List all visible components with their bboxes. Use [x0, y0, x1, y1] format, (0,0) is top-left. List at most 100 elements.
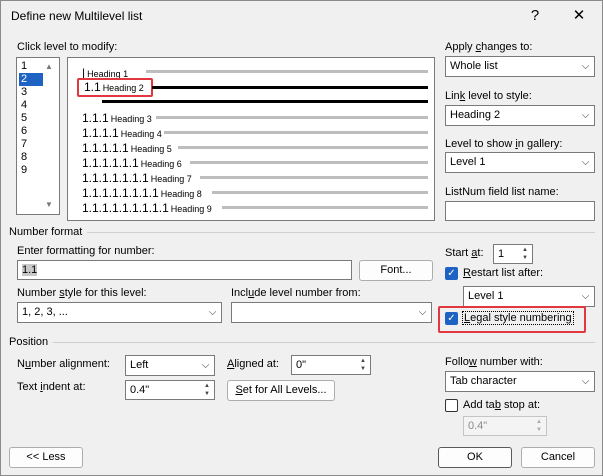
preview-heading: Heading 4 — [120, 129, 162, 139]
preview-heading: Heading 8 — [160, 189, 202, 199]
preview-heading: Heading 2 — [102, 83, 144, 93]
preview-row-2: 1.1 Heading 2 — [84, 80, 144, 94]
listnum-field[interactable] — [445, 201, 595, 221]
text-indent-spinner[interactable]: 0.4" ▲ ▼ — [125, 380, 215, 400]
preview-heading: Heading 6 — [140, 159, 182, 169]
aligned-at-value: 0" — [296, 359, 307, 371]
position-section-title: Position — [9, 336, 49, 348]
preview-heading: Heading 7 — [150, 174, 192, 184]
set-for-all-levels-label: Set for All Levels... — [235, 384, 327, 396]
level-listbox[interactable]: 1 2 3 4 5 6 7 8 9 ▲ ▼ — [16, 57, 60, 215]
preview-number: 1.1.1.1 — [82, 126, 119, 140]
less-button-label: << Less — [26, 451, 66, 463]
preview-line — [156, 116, 428, 119]
preview-row-8: 1.1.1.1.1.1.1.1 Heading 8 — [82, 186, 202, 200]
section-divider — [87, 232, 595, 233]
link-level-value: Heading 2 — [450, 109, 501, 121]
chevron-down-icon: ⌵ — [581, 291, 590, 302]
preview-row-7: 1.1.1.1.1.1.1 Heading 7 — [82, 171, 192, 185]
restart-after-dropdown[interactable]: Level 1 ⌵ — [463, 286, 595, 307]
scroll-up-icon[interactable]: ▲ — [45, 62, 53, 71]
preview-row-6: 1.1.1.1.1.1 Heading 6 — [82, 156, 182, 170]
number-alignment-dropdown[interactable]: Left ⌵ — [125, 355, 215, 376]
spin-down-icon[interactable]: ▼ — [357, 365, 369, 373]
level-item[interactable]: 9 — [19, 164, 43, 177]
preview-heading: Heading 5 — [130, 144, 172, 154]
legal-style-checkbox[interactable]: ✓ — [445, 312, 458, 325]
restart-list-checkbox[interactable]: ✓ — [445, 267, 458, 280]
preview-number: 1.1.1.1.1.1.1.1 — [82, 186, 159, 200]
chevron-down-icon: ⌵ — [418, 307, 427, 318]
level-preview: | Heading 1 1.1 Heading 2 1.1.1 Heading 3 1… — [67, 57, 435, 221]
help-icon[interactable]: ? — [515, 3, 555, 29]
spin-up-icon[interactable]: ▲ — [357, 357, 369, 365]
section-divider — [53, 342, 595, 343]
preview-line — [212, 191, 428, 194]
link-level-label: Link level to style: — [445, 90, 532, 102]
preview-row-5: 1.1.1.1.1 Heading 5 — [82, 141, 172, 155]
title-bar: Define new Multilevel list ? ✕ — [1, 1, 602, 31]
spin-down-icon[interactable]: ▼ — [533, 426, 545, 434]
preview-row-9: 1.1.1.1.1.1.1.1.1 Heading 9 — [82, 201, 212, 215]
number-alignment-label: Number alignment: — [17, 358, 110, 370]
less-button[interactable]: << Less — [9, 447, 83, 468]
preview-heading: Heading 3 — [110, 114, 152, 124]
preview-line-selected — [152, 86, 428, 89]
start-at-spinner[interactable]: 1 ▲ ▼ — [493, 244, 533, 264]
preview-number: 1.1.1.1.1.1 — [82, 156, 139, 170]
level-item[interactable]: 4 — [19, 99, 43, 112]
level-item[interactable]: 7 — [19, 138, 43, 151]
legal-style-label: Legal style numbering — [462, 311, 574, 325]
level-item[interactable]: 5 — [19, 112, 43, 125]
restart-after-value: Level 1 — [468, 290, 504, 302]
cancel-button[interactable]: Cancel — [521, 447, 595, 468]
spin-up-icon[interactable]: ▲ — [519, 246, 531, 254]
preview-number: 1.1.1.1.1.1.1 — [82, 171, 149, 185]
level-item[interactable]: 6 — [19, 125, 43, 138]
follow-number-label: Follow number with: — [445, 356, 543, 368]
preview-line — [178, 146, 428, 149]
gallery-level-dropdown[interactable]: Level 1 ⌵ — [445, 152, 595, 173]
ok-button[interactable]: OK — [438, 447, 512, 468]
spin-up-icon[interactable]: ▲ — [201, 382, 213, 390]
start-at-label: Start at: — [445, 247, 484, 259]
font-button[interactable]: Font... — [359, 260, 433, 281]
set-for-all-levels-button[interactable]: Set for All Levels... — [227, 380, 335, 401]
apply-changes-label: Apply changes to: — [445, 41, 533, 53]
level-item[interactable]: 8 — [19, 151, 43, 164]
chevron-down-icon: ⌵ — [208, 307, 217, 318]
follow-number-value: Tab character — [450, 375, 517, 387]
scroll-down-icon[interactable]: ▼ — [45, 200, 53, 209]
spin-up-icon[interactable]: ▲ — [533, 418, 545, 426]
tab-stop-spinner[interactable]: 0.4" ▲ ▼ — [463, 416, 547, 436]
apply-changes-dropdown[interactable]: Whole list ⌵ — [445, 56, 595, 77]
preview-number: 1.1.1.1.1 — [82, 141, 129, 155]
follow-number-dropdown[interactable]: Tab character ⌵ — [445, 371, 595, 392]
number-format-input[interactable]: 1.1 — [17, 260, 352, 280]
close-icon[interactable]: ✕ — [559, 3, 599, 29]
link-level-dropdown[interactable]: Heading 2 ⌵ — [445, 105, 595, 126]
include-level-dropdown[interactable]: ⌵ — [231, 302, 432, 323]
spin-down-icon[interactable]: ▼ — [519, 254, 531, 262]
listnum-label: ListNum field list name: — [445, 186, 559, 198]
number-style-dropdown[interactable]: 1, 2, 3, ... ⌵ — [17, 302, 222, 323]
aligned-at-spinner[interactable]: 0" ▲ ▼ — [291, 355, 371, 375]
level-item-selected[interactable]: 2 — [19, 73, 43, 86]
spin-down-icon[interactable]: ▼ — [201, 390, 213, 398]
add-tab-stop-checkbox[interactable] — [445, 399, 458, 412]
gallery-level-label: Level to show in gallery: — [445, 138, 563, 150]
cancel-button-label: Cancel — [540, 451, 576, 463]
include-level-label: Include level number from: — [231, 287, 361, 299]
level-list-label: Click level to modify: — [17, 41, 118, 53]
level-item[interactable]: 1 — [19, 60, 43, 73]
preview-number: 1.1.1.1.1.1.1.1.1 — [82, 201, 169, 215]
preview-row-4: 1.1.1.1 Heading 4 — [82, 126, 162, 140]
chevron-down-icon: ⌵ — [201, 360, 210, 371]
level-item[interactable]: 3 — [19, 86, 43, 99]
dialog-title: Define new Multilevel list — [11, 9, 143, 23]
start-at-value: 1 — [498, 248, 505, 260]
number-alignment-value: Left — [130, 359, 149, 371]
number-format-section-title: Number format — [9, 226, 83, 238]
gallery-level-value: Level 1 — [450, 156, 486, 168]
apply-changes-value: Whole list — [450, 60, 498, 72]
